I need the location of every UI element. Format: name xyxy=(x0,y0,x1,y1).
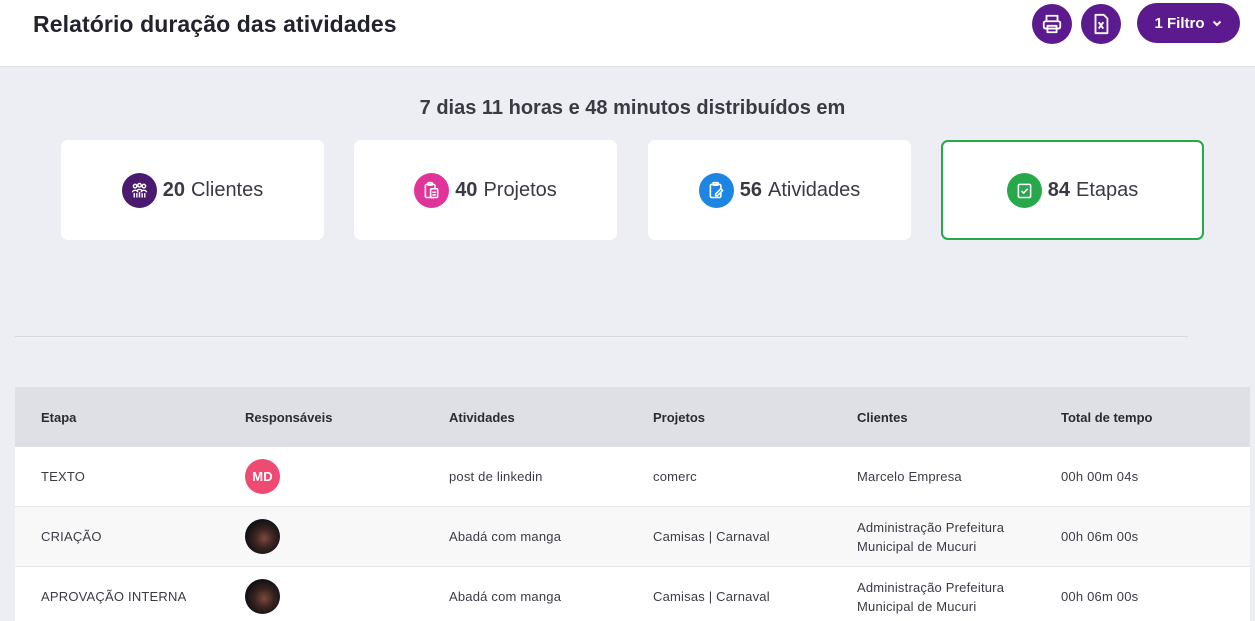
cell-tempo: 00h 00m 04s xyxy=(1061,469,1139,484)
cliente-line-1: Administração Prefeitura xyxy=(857,579,1005,595)
etapas-count: 84 xyxy=(1047,178,1070,201)
column-header-responsaveis[interactable]: Responsáveis xyxy=(219,410,423,425)
card-etapas[interactable]: 84 Etapas xyxy=(941,140,1204,240)
clipboard-edit-icon xyxy=(698,172,734,208)
avatar[interactable] xyxy=(245,519,280,554)
avatar[interactable] xyxy=(245,579,280,614)
column-header-etapa[interactable]: Etapa xyxy=(15,410,219,425)
avatar[interactable]: MD xyxy=(245,459,280,494)
cell-cliente: Marcelo Empresa xyxy=(831,467,1035,486)
cell-responsavel xyxy=(219,579,423,614)
cell-atividade: post de linkedin xyxy=(449,469,543,484)
column-header-projetos[interactable]: Projetos xyxy=(627,410,831,425)
cliente-line-2: Municipal de Mucuri xyxy=(857,598,977,614)
table-row[interactable]: CRIAÇÃO Abadá com manga Camisas | Carnav… xyxy=(15,507,1250,567)
card-clientes[interactable]: 20 Clientes xyxy=(61,140,324,240)
cell-responsavel: MD xyxy=(219,459,423,494)
filter-button[interactable]: 1 Filtro xyxy=(1137,3,1240,43)
users-group-icon xyxy=(121,172,157,208)
cell-projeto: Camisas | Carnaval xyxy=(653,589,770,604)
cell-projeto: Camisas | Carnaval xyxy=(653,529,770,544)
table-row[interactable]: APROVAÇÃO INTERNA Abadá com manga Camisa… xyxy=(15,567,1250,621)
report-table: Etapa Responsáveis Atividades Projetos C… xyxy=(15,387,1250,621)
page-title: Relatório duração das atividades xyxy=(33,11,397,37)
cell-tempo: 00h 06m 00s xyxy=(1061,529,1139,544)
header: Relatório duração das atividades 1 Filtr… xyxy=(0,0,1255,67)
export-excel-button[interactable] xyxy=(1081,4,1121,44)
projetos-count: 40 xyxy=(455,178,478,201)
card-projetos[interactable]: 40 Projetos xyxy=(354,140,617,240)
column-header-clientes[interactable]: Clientes xyxy=(831,410,1035,425)
column-header-total-tempo[interactable]: Total de tempo xyxy=(1035,410,1250,425)
cell-etapa: APROVAÇÃO INTERNA xyxy=(41,589,187,604)
atividades-count: 56 xyxy=(739,178,762,201)
clientes-count: 20 xyxy=(162,178,185,201)
print-button[interactable] xyxy=(1032,4,1072,44)
cell-etapa: CRIAÇÃO xyxy=(41,529,102,544)
cell-cliente: Administração Prefeitura Municipal de Mu… xyxy=(831,578,1035,616)
cell-etapa: TEXTO xyxy=(41,469,86,484)
etapas-label: Etapas xyxy=(1075,178,1139,201)
summary-title: 7 dias 11 horas e 48 minutos distribuído… xyxy=(419,97,846,119)
table-header: Etapa Responsáveis Atividades Projetos C… xyxy=(15,387,1250,447)
atividades-label: Atividades xyxy=(767,178,861,201)
projetos-label: Projetos xyxy=(483,178,557,201)
clientes-label: Clientes xyxy=(190,178,264,201)
cell-responsavel xyxy=(219,519,423,554)
cell-cliente: Administração Prefeitura Municipal de Mu… xyxy=(831,518,1035,556)
cell-tempo: 00h 06m 00s xyxy=(1061,589,1139,604)
excel-file-icon xyxy=(1094,13,1109,35)
cliente-line-2: Municipal de Mucuri xyxy=(857,538,977,554)
card-atividades[interactable]: 56 Atividades xyxy=(648,140,911,240)
cell-projeto: comerc xyxy=(653,469,697,484)
clipboard-copy-icon xyxy=(414,172,450,208)
cell-atividade: Abadá com manga xyxy=(449,589,562,604)
cliente-line-1: Administração Prefeitura xyxy=(857,519,1005,535)
divider xyxy=(15,336,1188,337)
table-row[interactable]: TEXTO MD post de linkedin comerc Marcelo… xyxy=(15,447,1250,507)
column-header-atividades[interactable]: Atividades xyxy=(423,410,627,425)
checkbox-icon xyxy=(1006,172,1042,208)
chevron-down-icon xyxy=(1212,20,1221,27)
cell-atividade: Abadá com manga xyxy=(449,529,562,544)
printer-icon xyxy=(1042,14,1062,34)
filter-label: 1 Filtro xyxy=(1154,14,1205,32)
cliente-line-1: Marcelo Empresa xyxy=(857,469,962,484)
